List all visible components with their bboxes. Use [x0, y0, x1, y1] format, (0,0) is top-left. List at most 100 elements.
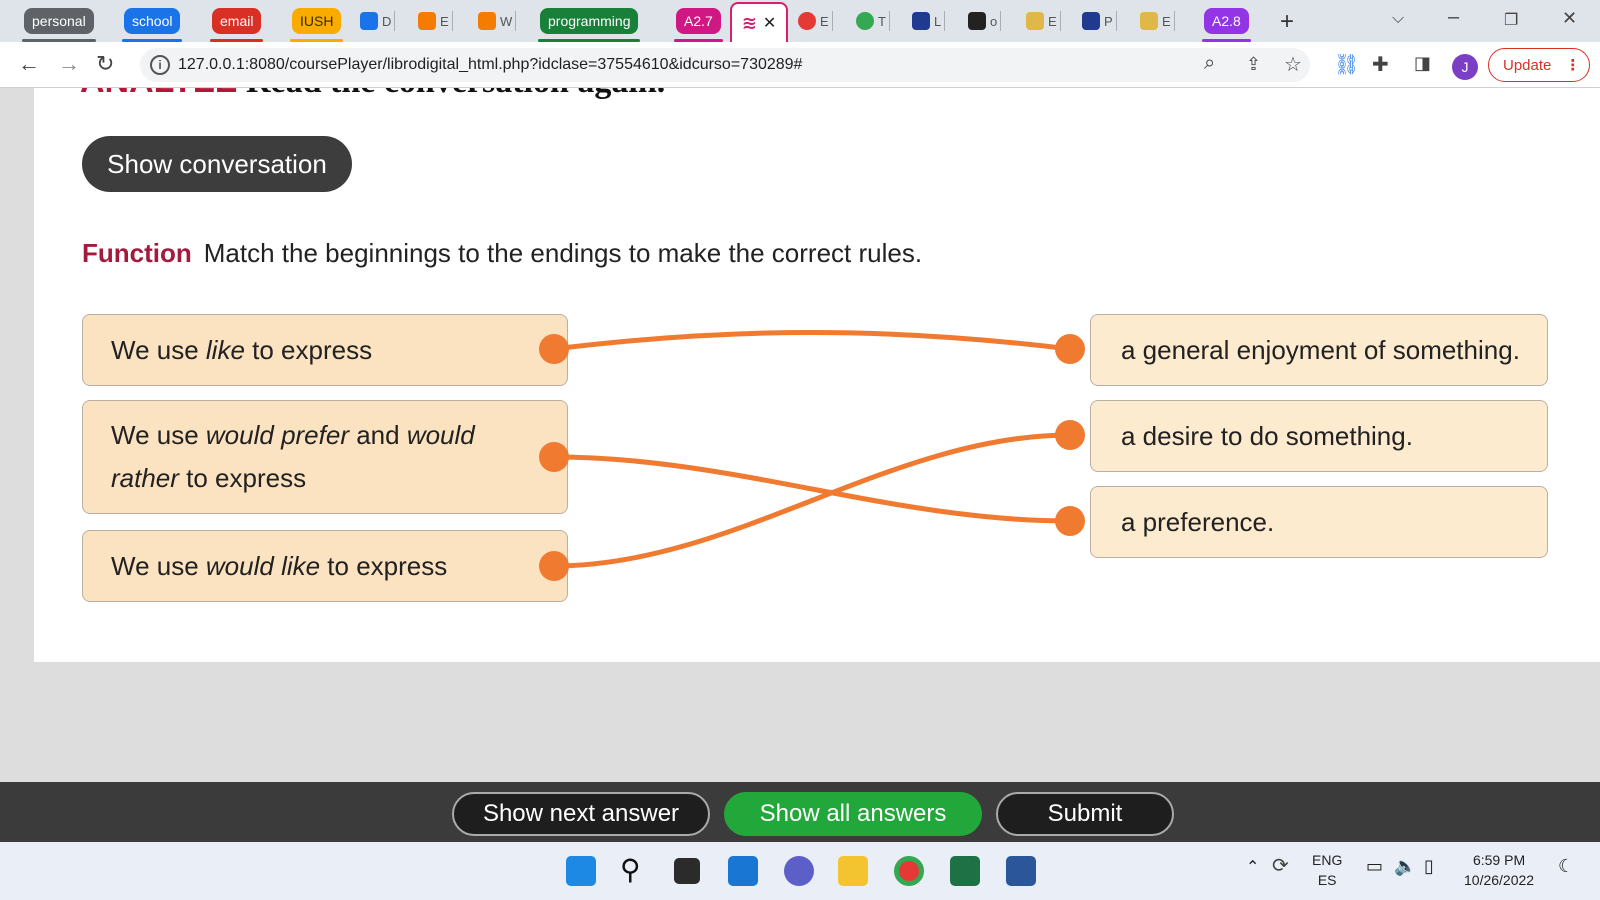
- sync-icon[interactable]: ⟳: [1272, 856, 1289, 876]
- tab-title: E: [1162, 13, 1171, 29]
- tab-search-chevron-icon[interactable]: ⌵: [1392, 10, 1404, 28]
- browser-toolbar: ← → ↻ i 127.0.0.1:8080/coursePlayer/libr…: [0, 42, 1600, 88]
- bookmark-star-icon[interactable]: ☆: [1284, 52, 1302, 77]
- language-indicator[interactable]: ENG ES: [1312, 850, 1342, 890]
- show-conversation-button[interactable]: Show conversation: [82, 136, 352, 192]
- course-favicon-icon: ≋: [741, 12, 757, 33]
- tab-group-programming[interactable]: programming: [537, 8, 641, 42]
- tab-group-a27[interactable]: A2.7: [674, 8, 723, 42]
- update-label: Update: [1503, 56, 1552, 74]
- instruction-text: Match the beginnings to the endings to m…: [203, 238, 923, 268]
- flower-favicon-icon: [798, 12, 816, 30]
- back-arrow-icon[interactable]: ←: [18, 52, 40, 76]
- exercise-panel: ANALYZE Read the conversation again. Sho…: [34, 88, 1600, 662]
- notifications-moon-icon[interactable]: ☾: [1558, 856, 1574, 876]
- tab-group-label: A2.8: [1212, 13, 1241, 29]
- language-secondary: ES: [1317, 872, 1337, 888]
- ending-connector-dot-2[interactable]: [1055, 420, 1085, 450]
- network-icon[interactable]: ▭: [1366, 856, 1383, 876]
- clock-time: 6:59 PM: [1472, 852, 1526, 868]
- chat-icon[interactable]: [784, 856, 814, 886]
- site-info-icon[interactable]: i: [150, 55, 170, 75]
- forward-arrow-icon[interactable]: →: [58, 52, 80, 76]
- profile-avatar[interactable]: J: [1452, 54, 1478, 80]
- tab-w[interactable]: W: [478, 9, 517, 33]
- share-icon[interactable]: ⇪: [1246, 54, 1261, 75]
- tab-p[interactable]: P: [1082, 9, 1117, 33]
- language-primary: ENG: [1312, 852, 1343, 868]
- tab-group-label: email: [220, 13, 254, 29]
- reload-icon[interactable]: ↻: [96, 52, 114, 76]
- battery-icon[interactable]: ▯: [1424, 856, 1434, 876]
- tab-d[interactable]: D: [360, 9, 396, 33]
- beginning-item-2[interactable]: We use would prefer and would rather to …: [82, 400, 568, 514]
- tab-l[interactable]: L: [912, 9, 946, 33]
- minimize-icon[interactable]: –: [1448, 6, 1459, 29]
- tab-group-email[interactable]: email: [209, 8, 264, 42]
- ending-item-1[interactable]: a general enjoyment of something.: [1090, 314, 1548, 386]
- uk-flag-icon: [912, 12, 930, 30]
- update-button[interactable]: Update ⋮: [1488, 48, 1590, 82]
- word-icon[interactable]: [1006, 856, 1036, 886]
- match-line-3: [553, 432, 1071, 569]
- blogger-icon: [418, 12, 436, 30]
- clock[interactable]: 6:59 PM 10/26/2022: [1464, 850, 1534, 890]
- tab-group-iush[interactable]: IUSH: [289, 8, 344, 42]
- tab-group-personal[interactable]: personal: [22, 8, 96, 42]
- close-window-icon[interactable]: ✕: [1562, 8, 1577, 29]
- volume-icon[interactable]: 🔈: [1394, 856, 1416, 876]
- check-favicon-icon: [856, 12, 874, 30]
- extensions-puzzle-icon[interactable]: ✚: [1372, 52, 1389, 77]
- tab-e2[interactable]: E: [798, 9, 833, 33]
- windows-taskbar: ⚲ ⌃ ⟳ ENG ES ▭ 🔈 ▯ 6:59 PM 10/26/2022 ☾: [0, 842, 1600, 900]
- beginning-text: We use would like to express: [111, 550, 448, 581]
- ending-item-2[interactable]: a desire to do something.: [1090, 400, 1548, 472]
- tab-e3[interactable]: E: [1026, 9, 1061, 33]
- link-extension-icon[interactable]: ⛓: [1334, 52, 1359, 77]
- tab-group-a28[interactable]: A2.8: [1202, 8, 1251, 42]
- excel-icon[interactable]: [950, 856, 980, 886]
- uk-flag-icon: [1082, 12, 1100, 30]
- search-icon[interactable]: ⚲: [620, 856, 650, 886]
- course-favicon-icon: [968, 12, 986, 30]
- new-tab-plus-icon[interactable]: +: [1280, 8, 1294, 36]
- beginning-text: We use like to express: [111, 334, 373, 365]
- ending-text: a desire to do something.: [1121, 420, 1413, 451]
- task-view-icon[interactable]: [674, 858, 700, 884]
- tab-e4[interactable]: E: [1140, 9, 1175, 33]
- active-tab[interactable]: ≋ ✕: [730, 2, 788, 42]
- ending-connector-dot-3[interactable]: [1055, 506, 1085, 536]
- tab-group-school[interactable]: school: [121, 8, 183, 42]
- widgets-icon[interactable]: [728, 856, 758, 886]
- ending-item-3[interactable]: a preference.: [1090, 486, 1548, 558]
- file-explorer-icon[interactable]: [838, 856, 868, 886]
- menu-kebab-icon[interactable]: ⋮: [1565, 56, 1580, 74]
- restore-icon[interactable]: ❐: [1504, 10, 1518, 30]
- submit-button[interactable]: Submit: [996, 792, 1174, 836]
- tab-e[interactable]: E: [418, 9, 453, 33]
- tab-title: W: [500, 13, 513, 29]
- tab-title: E: [440, 13, 449, 29]
- close-tab-icon[interactable]: ✕: [763, 13, 776, 33]
- beginning-item-1[interactable]: We use like to express: [82, 314, 568, 386]
- match-line-2: [553, 454, 1071, 524]
- tab-t[interactable]: T: [856, 9, 890, 33]
- instruction: Function Match the beginnings to the endi…: [82, 238, 922, 269]
- notebook-favicon-icon: [1140, 12, 1158, 30]
- url-text[interactable]: 127.0.0.1:8080/coursePlayer/librodigital…: [178, 56, 802, 74]
- beginning-item-3[interactable]: We use would like to express: [82, 530, 568, 602]
- tray-chevron-up-icon[interactable]: ⌃: [1246, 858, 1259, 878]
- notebook-favicon-icon: [1026, 12, 1044, 30]
- show-all-answers-button[interactable]: Show all answers: [724, 792, 982, 836]
- address-bar[interactable]: i 127.0.0.1:8080/coursePlayer/librodigit…: [140, 48, 1310, 82]
- tab-strip: personal school email IUSH D E W program…: [0, 0, 1600, 42]
- windows-start-icon[interactable]: [566, 856, 596, 886]
- side-panel-icon[interactable]: ◨: [1414, 53, 1431, 74]
- tab-o[interactable]: o: [968, 9, 1002, 33]
- zoom-icon[interactable]: ⌕: [1204, 52, 1215, 75]
- chrome-icon[interactable]: [894, 856, 924, 886]
- ending-connector-dot-1[interactable]: [1055, 334, 1085, 364]
- blogger-icon: [478, 12, 496, 30]
- show-next-answer-button[interactable]: Show next answer: [452, 792, 710, 836]
- tab-title: T: [878, 13, 886, 29]
